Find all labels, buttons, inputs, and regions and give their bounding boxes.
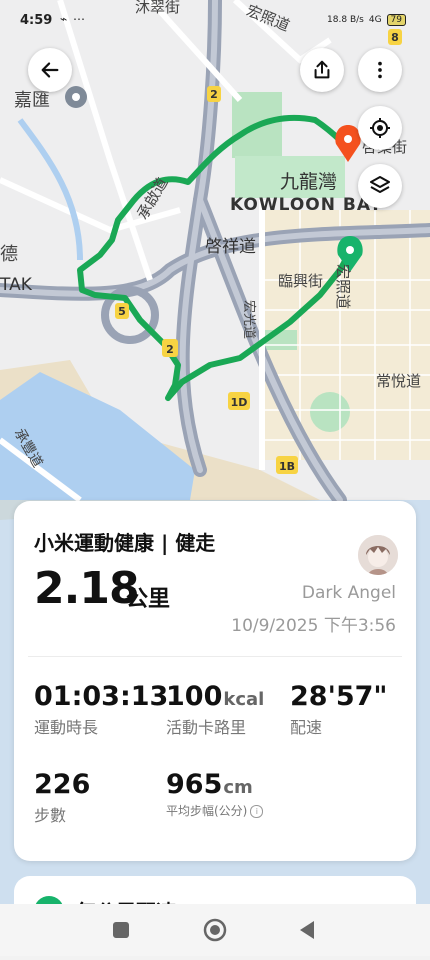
stat-value: 226 bbox=[34, 769, 91, 800]
locate-button[interactable] bbox=[358, 106, 402, 150]
signal-indicator: 4G bbox=[368, 15, 382, 25]
status-time: 4:59 bbox=[20, 13, 53, 28]
recents-button[interactable] bbox=[113, 922, 129, 938]
stat-label: 配速 bbox=[290, 718, 323, 737]
map-label: 常悅道 bbox=[376, 372, 421, 390]
stat-label: 活動卡路里 bbox=[166, 718, 247, 737]
map-label: 啓祥道 bbox=[205, 237, 256, 257]
map-label: KOWLOON BAY bbox=[230, 195, 383, 215]
app-workout-title: 小米運動健康 | 健走 bbox=[34, 531, 216, 555]
map-label: 宏光道 bbox=[241, 300, 256, 339]
stat-label: 運動時長 bbox=[34, 718, 99, 737]
status-notification-icons: ⌁ ⋯ bbox=[60, 12, 87, 26]
road-badge: 2 bbox=[210, 88, 218, 101]
more-button[interactable] bbox=[358, 48, 402, 92]
back-arrow-icon bbox=[41, 62, 59, 78]
home-button[interactable] bbox=[203, 918, 227, 942]
distance-unit: 公里 bbox=[126, 587, 171, 612]
road-badge: 1D bbox=[231, 396, 248, 409]
stat-unit: kcal bbox=[223, 689, 265, 710]
workout-datetime: 10/9/2025 下午3:56 bbox=[231, 616, 396, 636]
share-icon bbox=[314, 60, 330, 79]
map-label: 九龍灣 bbox=[280, 171, 337, 193]
distance-value: 2.18 bbox=[34, 563, 140, 614]
stat-label-row: 平均步幅(公分) i bbox=[166, 802, 264, 819]
more-vertical-icon bbox=[378, 61, 382, 79]
map-label: 德 bbox=[0, 244, 18, 265]
stat-value: 01:03:13 bbox=[34, 681, 169, 712]
status-right: 18.8 B/s 4G 79 bbox=[327, 14, 406, 26]
status-bar: 4:59 ⌁ ⋯ 18.8 B/s 4G 79 bbox=[0, 0, 430, 40]
stat-pace: 28'57" 配速 bbox=[290, 681, 387, 738]
username: Dark Angel bbox=[301, 583, 396, 603]
battery-indicator: 79 bbox=[386, 14, 406, 26]
stat-value: 28'57" bbox=[290, 681, 388, 712]
map-label: TAK bbox=[0, 275, 33, 295]
road-badge: 5 bbox=[118, 305, 126, 318]
workout-summary-card: 小米運動健康 | 健走 2.18 公里 Dark Angel 10/9/2025… bbox=[14, 501, 416, 861]
stat-label: 步數 bbox=[34, 806, 67, 825]
road-badge: 2 bbox=[166, 343, 174, 356]
stat-value: 965 bbox=[166, 769, 223, 800]
map-label: 臨興街 bbox=[278, 272, 323, 290]
system-nav-bar bbox=[0, 904, 430, 956]
share-button[interactable] bbox=[300, 48, 344, 92]
stat-duration: 01:03:13 運動時長 bbox=[34, 681, 168, 738]
stat-label: 平均步幅(公分) bbox=[166, 804, 248, 818]
info-icon[interactable]: i bbox=[250, 805, 264, 818]
net-speed: 18.8 B/s bbox=[327, 15, 364, 25]
layers-button[interactable] bbox=[358, 164, 402, 208]
avatar[interactable] bbox=[358, 535, 398, 575]
stat-unit: cm bbox=[223, 777, 253, 798]
divider bbox=[28, 656, 402, 657]
stat-stride: 965cm 平均步幅(公分) i bbox=[166, 769, 264, 819]
locate-icon bbox=[370, 118, 390, 138]
map-label: 嘉匯 bbox=[14, 90, 50, 111]
road-badge: 1B bbox=[279, 460, 295, 473]
back-nav-button[interactable] bbox=[300, 921, 314, 939]
avatar-image-icon bbox=[358, 535, 398, 575]
layers-icon bbox=[370, 176, 390, 193]
stat-calories: 100kcal 活動卡路里 bbox=[166, 681, 264, 738]
back-button[interactable] bbox=[28, 48, 72, 92]
map-label: 宏照道 bbox=[334, 264, 352, 309]
stat-steps: 226 步數 bbox=[34, 769, 90, 826]
stat-value: 100 bbox=[166, 681, 223, 712]
